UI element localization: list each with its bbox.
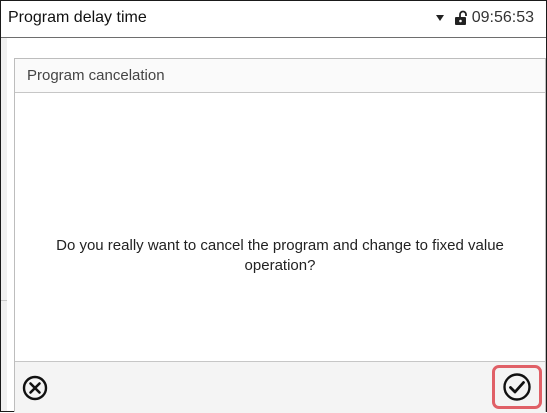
dialog-title: Program cancelation — [27, 67, 165, 84]
controller-screen: Program delay time 09:56:53 Program canc… — [0, 0, 547, 413]
clock-time: 09:56:53 — [471, 9, 534, 26]
page-title: Program delay time — [8, 9, 147, 26]
lock-icon — [454, 10, 467, 25]
cancel-circle-icon — [22, 375, 48, 401]
dialog-header: Program cancelation — [15, 59, 545, 93]
check-circle-icon — [503, 373, 531, 401]
dialog-message: Do you really want to cancel the program… — [56, 237, 504, 274]
confirm-button[interactable] — [492, 365, 542, 409]
dialog-footer — [15, 361, 545, 413]
status-area: 09:56:53 — [435, 9, 534, 27]
divider — [1, 300, 7, 301]
program-cancel-dialog: Program cancelation Do you really want t… — [14, 58, 546, 413]
title-bar: Program delay time 09:56:53 — [1, 1, 546, 38]
background-panel-strip — [1, 38, 7, 411]
caret-down-icon[interactable] — [435, 15, 444, 21]
cancel-button[interactable] — [15, 368, 55, 408]
